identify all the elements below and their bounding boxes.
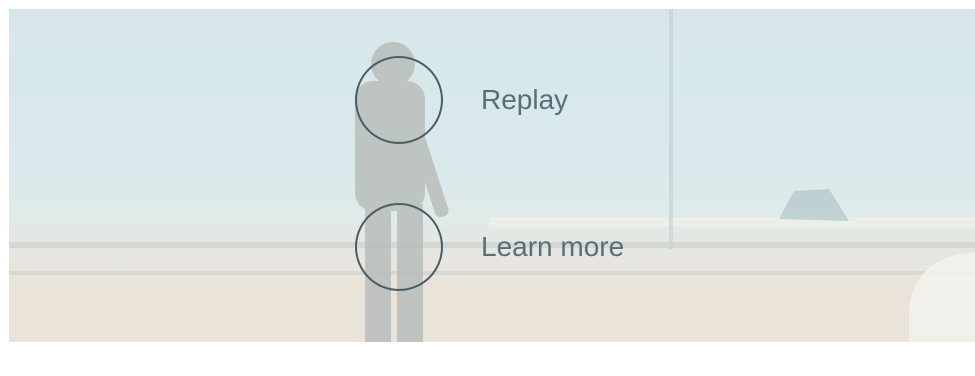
learn-more-icon <box>355 203 443 291</box>
learn-more-label: Learn more <box>481 231 625 262</box>
replay-button[interactable]: Replay <box>355 56 568 144</box>
learn-more-button[interactable]: Learn more <box>355 203 624 291</box>
replay-label: Replay <box>481 84 569 115</box>
replay-icon <box>355 56 443 144</box>
video-end-screen: Replay Learn more <box>9 9 975 342</box>
